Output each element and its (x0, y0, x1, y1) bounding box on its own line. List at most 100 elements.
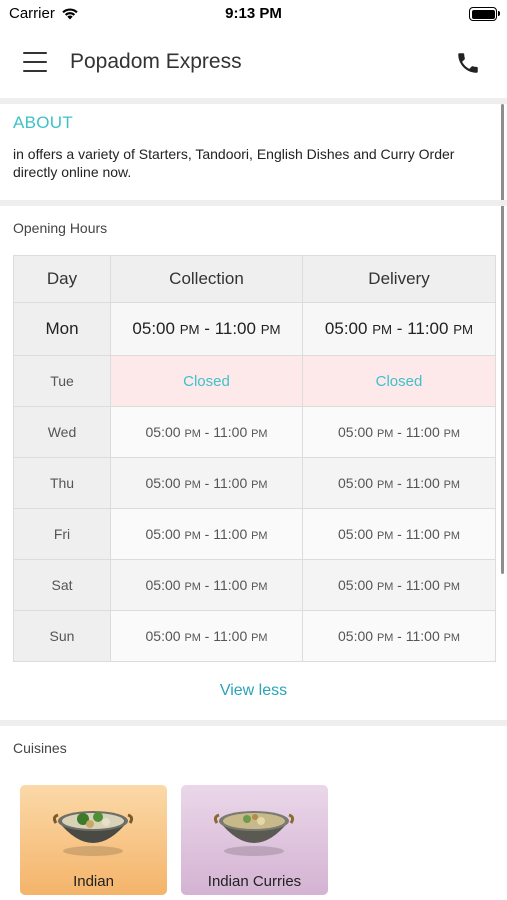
day-cell: Mon (13, 302, 111, 356)
table-row: Tue Closed Closed (13, 355, 496, 407)
ampm-end: PM (251, 428, 268, 440)
ampm-start: PM (376, 632, 394, 644)
separator: - (393, 424, 406, 440)
time-start: 05:00 (324, 319, 368, 338)
menu-icon[interactable] (23, 52, 47, 72)
about-heading: ABOUT (13, 113, 74, 132)
separator: - (393, 577, 406, 593)
ampm-end: PM (260, 322, 281, 337)
time-start: 05:00 (338, 577, 374, 593)
restaurant-title: Popadom Express (70, 50, 242, 73)
ampm-start: PM (184, 428, 201, 440)
time-end: 11:00 (405, 526, 440, 542)
ampm-start: PM (184, 581, 201, 593)
cuisine-card-indian-curries[interactable]: Indian Curries (181, 785, 328, 895)
cuisine-card-indian[interactable]: Indian (20, 785, 167, 895)
time-start: 05:00 (338, 526, 374, 542)
separator: - (392, 319, 408, 338)
day-cell: Sat (13, 559, 111, 611)
opening-hours-heading: Opening Hours (13, 220, 108, 236)
time-start: 05:00 (338, 628, 374, 644)
collection-hours-cell: 05:00 PM - 11:00 PM (110, 457, 303, 509)
collection-hours-cell: 05:00 PM - 11:00 PM (110, 508, 303, 560)
delivery-hours-cell: 05:00 PM - 11:00 PM (302, 610, 496, 662)
app-header: Popadom Express (0, 30, 507, 98)
time-start: 05:00 (338, 475, 374, 491)
time-start: 05:00 (145, 628, 181, 644)
table-row: Sat 05:00 PM - 11:00 PM 05:00 PM - 11:00 P… (13, 559, 496, 611)
day-cell: Wed (13, 406, 111, 458)
separator: - (200, 424, 214, 440)
time-start: 05:00 (132, 319, 175, 338)
collection-hours-cell: 05:00 PM - 11:00 PM (110, 302, 303, 356)
ampm-end: PM (443, 479, 460, 491)
delivery-hours-cell: 05:00 PM - 11:00 PM (302, 559, 496, 611)
day-cell: Tue (13, 355, 111, 407)
ampm-end: PM (443, 530, 460, 542)
delivery-hours-cell: 05:00 PM - 11:00 PM (302, 457, 496, 509)
opening-hours-table: Day Collection Delivery Mon 05:00 PM - 11… (13, 255, 496, 662)
section-divider (0, 720, 507, 726)
delivery-hours-cell: 05:00 PM - 11:00 PM (302, 406, 496, 458)
table-header-row: Day Collection Delivery (13, 255, 496, 303)
time-end: 11:00 (405, 628, 440, 644)
table-row: Mon 05:00 PM - 11:00 PM 05:00 PM - 11:00 P… (13, 302, 496, 356)
cuisine-label: Indian (73, 873, 114, 890)
time-end: 11:00 (214, 319, 256, 338)
ampm-start: PM (184, 632, 201, 644)
column-header-delivery: Delivery (302, 255, 496, 303)
status-time: 9:13 PM (225, 5, 282, 22)
column-header-day: Day (13, 255, 111, 303)
section-divider (0, 200, 507, 206)
time-start: 05:00 (145, 475, 181, 491)
table-row: Sun 05:00 PM - 11:00 PM 05:00 PM - 11:00 P… (13, 610, 496, 662)
ampm-end: PM (251, 530, 268, 542)
karahi-dish-icon (52, 811, 134, 856)
curry-dish-icon (213, 811, 295, 856)
separator: - (199, 319, 215, 338)
time-end: 11:00 (407, 319, 449, 338)
day-cell: Fri (13, 508, 111, 560)
ampm-start: PM (376, 428, 394, 440)
table-row: Wed 05:00 PM - 11:00 PM 05:00 PM - 11:00 P… (13, 406, 496, 458)
separator: - (393, 628, 406, 644)
collection-hours-cell: 05:00 PM - 11:00 PM (110, 406, 303, 458)
ampm-start: PM (376, 479, 394, 491)
time-start: 05:00 (145, 577, 181, 593)
scrollbar[interactable] (501, 104, 504, 574)
ampm-end: PM (251, 581, 268, 593)
ampm-end: PM (251, 632, 268, 644)
column-header-collection: Collection (110, 255, 303, 303)
collection-hours-cell: 05:00 PM - 11:00 PM (110, 559, 303, 611)
separator: - (200, 577, 214, 593)
view-less-link[interactable]: View less (0, 682, 507, 700)
collection-hours-cell: Closed (110, 355, 303, 407)
separator: - (200, 526, 214, 542)
collection-hours-cell: 05:00 PM - 11:00 PM (110, 610, 303, 662)
ampm-start: PM (376, 581, 394, 593)
ampm-start: PM (184, 479, 201, 491)
table-row: Thu 05:00 PM - 11:00 PM 05:00 PM - 11:00 P… (13, 457, 496, 509)
ampm-end: PM (251, 479, 268, 491)
ampm-start: PM (376, 530, 394, 542)
ampm-start: PM (184, 530, 201, 542)
phone-icon[interactable] (455, 50, 481, 76)
delivery-hours-cell: 05:00 PM - 11:00 PM (302, 508, 496, 560)
ampm-start: PM (179, 322, 200, 337)
table-row: Fri 05:00 PM - 11:00 PM 05:00 PM - 11:00 P… (13, 508, 496, 560)
time-end: 11:00 (213, 628, 248, 644)
status-bar: Carrier 9:13 PM (0, 0, 507, 30)
time-end: 11:00 (213, 424, 248, 440)
day-cell: Thu (13, 457, 111, 509)
separator: - (393, 526, 406, 542)
ampm-start: PM (372, 322, 393, 337)
time-end: 11:00 (405, 577, 440, 593)
about-section: ABOUT in offers a variety of Starters, T… (0, 104, 500, 200)
about-description: in offers a variety of Starters, Tandoor… (13, 146, 455, 180)
time-end: 11:00 (213, 475, 248, 491)
cuisines-heading: Cuisines (13, 740, 67, 756)
day-cell: Sun (13, 610, 111, 662)
time-start: 05:00 (145, 526, 181, 542)
separator: - (393, 475, 406, 491)
time-start: 05:00 (338, 424, 374, 440)
